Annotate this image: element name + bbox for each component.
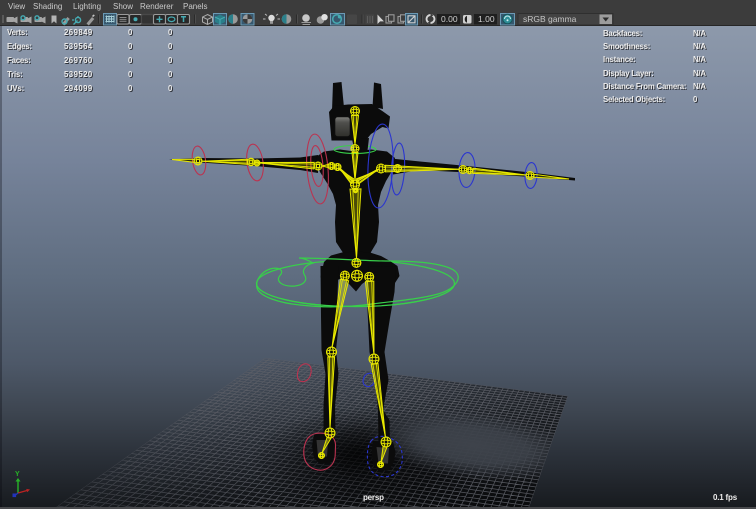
svg-text:0.00: 0.00 [441,14,458,24]
svg-text:sRGB gamma: sRGB gamma [523,14,577,24]
svg-text:Y: Y [15,471,20,478]
svg-text:1.00: 1.00 [478,14,495,24]
